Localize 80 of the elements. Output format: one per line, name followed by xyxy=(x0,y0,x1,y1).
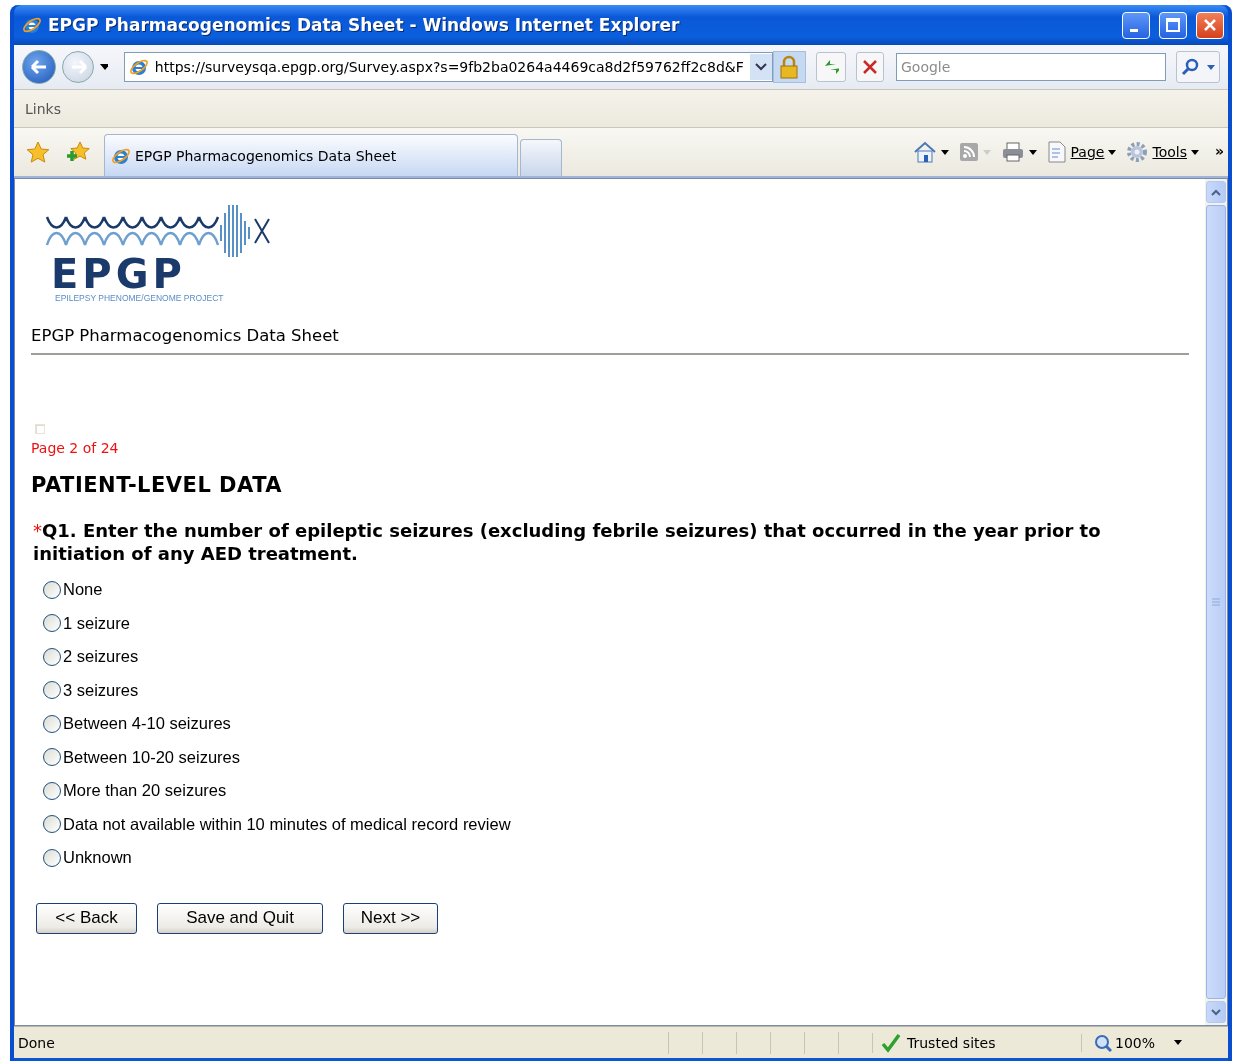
left-arrow-icon xyxy=(29,57,49,77)
back-button[interactable]: << Back xyxy=(36,902,137,934)
option-label[interactable]: More than 20 seizures xyxy=(63,781,227,801)
next-button[interactable]: Next >> xyxy=(343,902,438,934)
minimize-button[interactable] xyxy=(1122,11,1150,39)
page-heading: EPGP Pharmacogenomics Data Sheet xyxy=(31,326,1189,355)
search-field[interactable]: Google xyxy=(896,53,1166,81)
zoom-icon xyxy=(1094,1033,1112,1052)
feed-icon xyxy=(958,142,979,162)
caret-icon xyxy=(1108,149,1117,155)
option-label[interactable]: Unknown xyxy=(63,848,132,868)
add-star-icon[interactable] xyxy=(66,141,90,163)
option-label[interactable]: None xyxy=(63,580,103,600)
minimize-icon xyxy=(1129,28,1138,32)
page-menu-button[interactable]: Page xyxy=(1046,141,1117,163)
image-placeholder-icon xyxy=(35,424,45,434)
maximize-button[interactable] xyxy=(1159,11,1187,39)
stop-button[interactable] xyxy=(856,52,884,82)
caret-icon xyxy=(1028,149,1037,155)
zoom-level[interactable]: 100% xyxy=(1115,1034,1156,1051)
scroll-down-button[interactable] xyxy=(1206,1001,1226,1023)
option-label[interactable]: Data not available within 10 minutes of medical record review xyxy=(63,814,511,834)
right-arrow-icon xyxy=(69,57,87,77)
save-and-quit-button[interactable]: Save and Quit xyxy=(157,902,323,934)
radio-button[interactable] xyxy=(43,815,61,834)
status-text: Done xyxy=(17,1034,56,1051)
caret-icon xyxy=(1190,149,1199,155)
printer-icon xyxy=(1000,141,1025,163)
home-button[interactable] xyxy=(912,141,949,163)
section-heading: PATIENT-LEVEL DATA xyxy=(31,473,284,497)
option-label[interactable]: Between 10-20 seizures xyxy=(63,747,241,767)
option-label[interactable]: 1 seizure xyxy=(63,613,130,633)
scrollbar-thumb[interactable] xyxy=(1206,205,1226,999)
back-button[interactable] xyxy=(22,50,56,84)
option-label[interactable]: 2 seizures xyxy=(63,647,139,667)
star-icon[interactable] xyxy=(26,141,50,163)
close-icon xyxy=(863,60,877,74)
house-icon xyxy=(912,141,937,163)
caret-icon[interactable] xyxy=(1174,1040,1183,1045)
radio-button[interactable] xyxy=(43,580,61,599)
radio-button[interactable] xyxy=(43,681,61,700)
radio-button[interactable] xyxy=(43,647,61,666)
browser-logo-icon xyxy=(22,15,42,35)
radio-button[interactable] xyxy=(43,614,61,633)
refresh-button[interactable] xyxy=(816,52,846,82)
question-text: *Q1. Enter the number of epileptic seizures (excluding febrile seizures) that occurred in the year prior to initiation of any AED treatment. xyxy=(33,519,1102,565)
radio-button[interactable] xyxy=(43,714,61,733)
window-title: EPGP Pharmacogenomics Data Sheet - Windows Internet Explorer xyxy=(48,15,681,35)
more-commands-button[interactable]: » xyxy=(1214,143,1224,159)
grip-icon xyxy=(1212,598,1220,606)
caret-icon xyxy=(1207,64,1215,70)
print-button[interactable] xyxy=(1000,141,1037,163)
address-field[interactable]: https://surveysqa.epgp.org/Survey.aspx?s=9fb2ba0264a4469ca8d2f59762ff2c8d&F xyxy=(123,52,773,82)
search-icon xyxy=(1181,58,1199,76)
refresh-arrows-icon xyxy=(823,58,839,76)
browser-logo-icon xyxy=(128,57,149,77)
maximize-icon xyxy=(1165,17,1181,33)
document-icon xyxy=(1046,141,1067,163)
chevron-down-icon xyxy=(754,63,767,71)
close-icon xyxy=(1202,17,1218,33)
radio-button[interactable] xyxy=(43,848,61,867)
logo-tagline: EPILEPSY PHENOME/GENOME PROJECT xyxy=(55,293,224,304)
option-label[interactable]: 3 seizures xyxy=(63,680,139,700)
chevron-up-icon xyxy=(1211,188,1221,196)
caret-icon xyxy=(940,149,949,155)
scroll-up-button[interactable] xyxy=(1206,181,1226,203)
radio-button[interactable] xyxy=(43,748,61,767)
caret-icon xyxy=(982,149,991,155)
links-label: Links xyxy=(25,100,61,117)
browser-tab[interactable]: EPGP Pharmacogenomics Data Sheet xyxy=(104,134,518,176)
tools-menu-button[interactable]: Tools xyxy=(1126,141,1199,163)
checkmark-icon xyxy=(881,1032,901,1053)
security-zone: Trusted sites xyxy=(907,1034,996,1051)
option-label[interactable]: Between 4-10 seizures xyxy=(63,714,231,734)
close-button[interactable] xyxy=(1196,11,1224,39)
radio-button[interactable] xyxy=(43,781,61,800)
gear-icon xyxy=(1126,141,1149,163)
chevron-down-icon xyxy=(1211,1008,1221,1016)
logo-wordmark: EPGP xyxy=(51,255,186,293)
caret-icon[interactable] xyxy=(100,64,108,70)
